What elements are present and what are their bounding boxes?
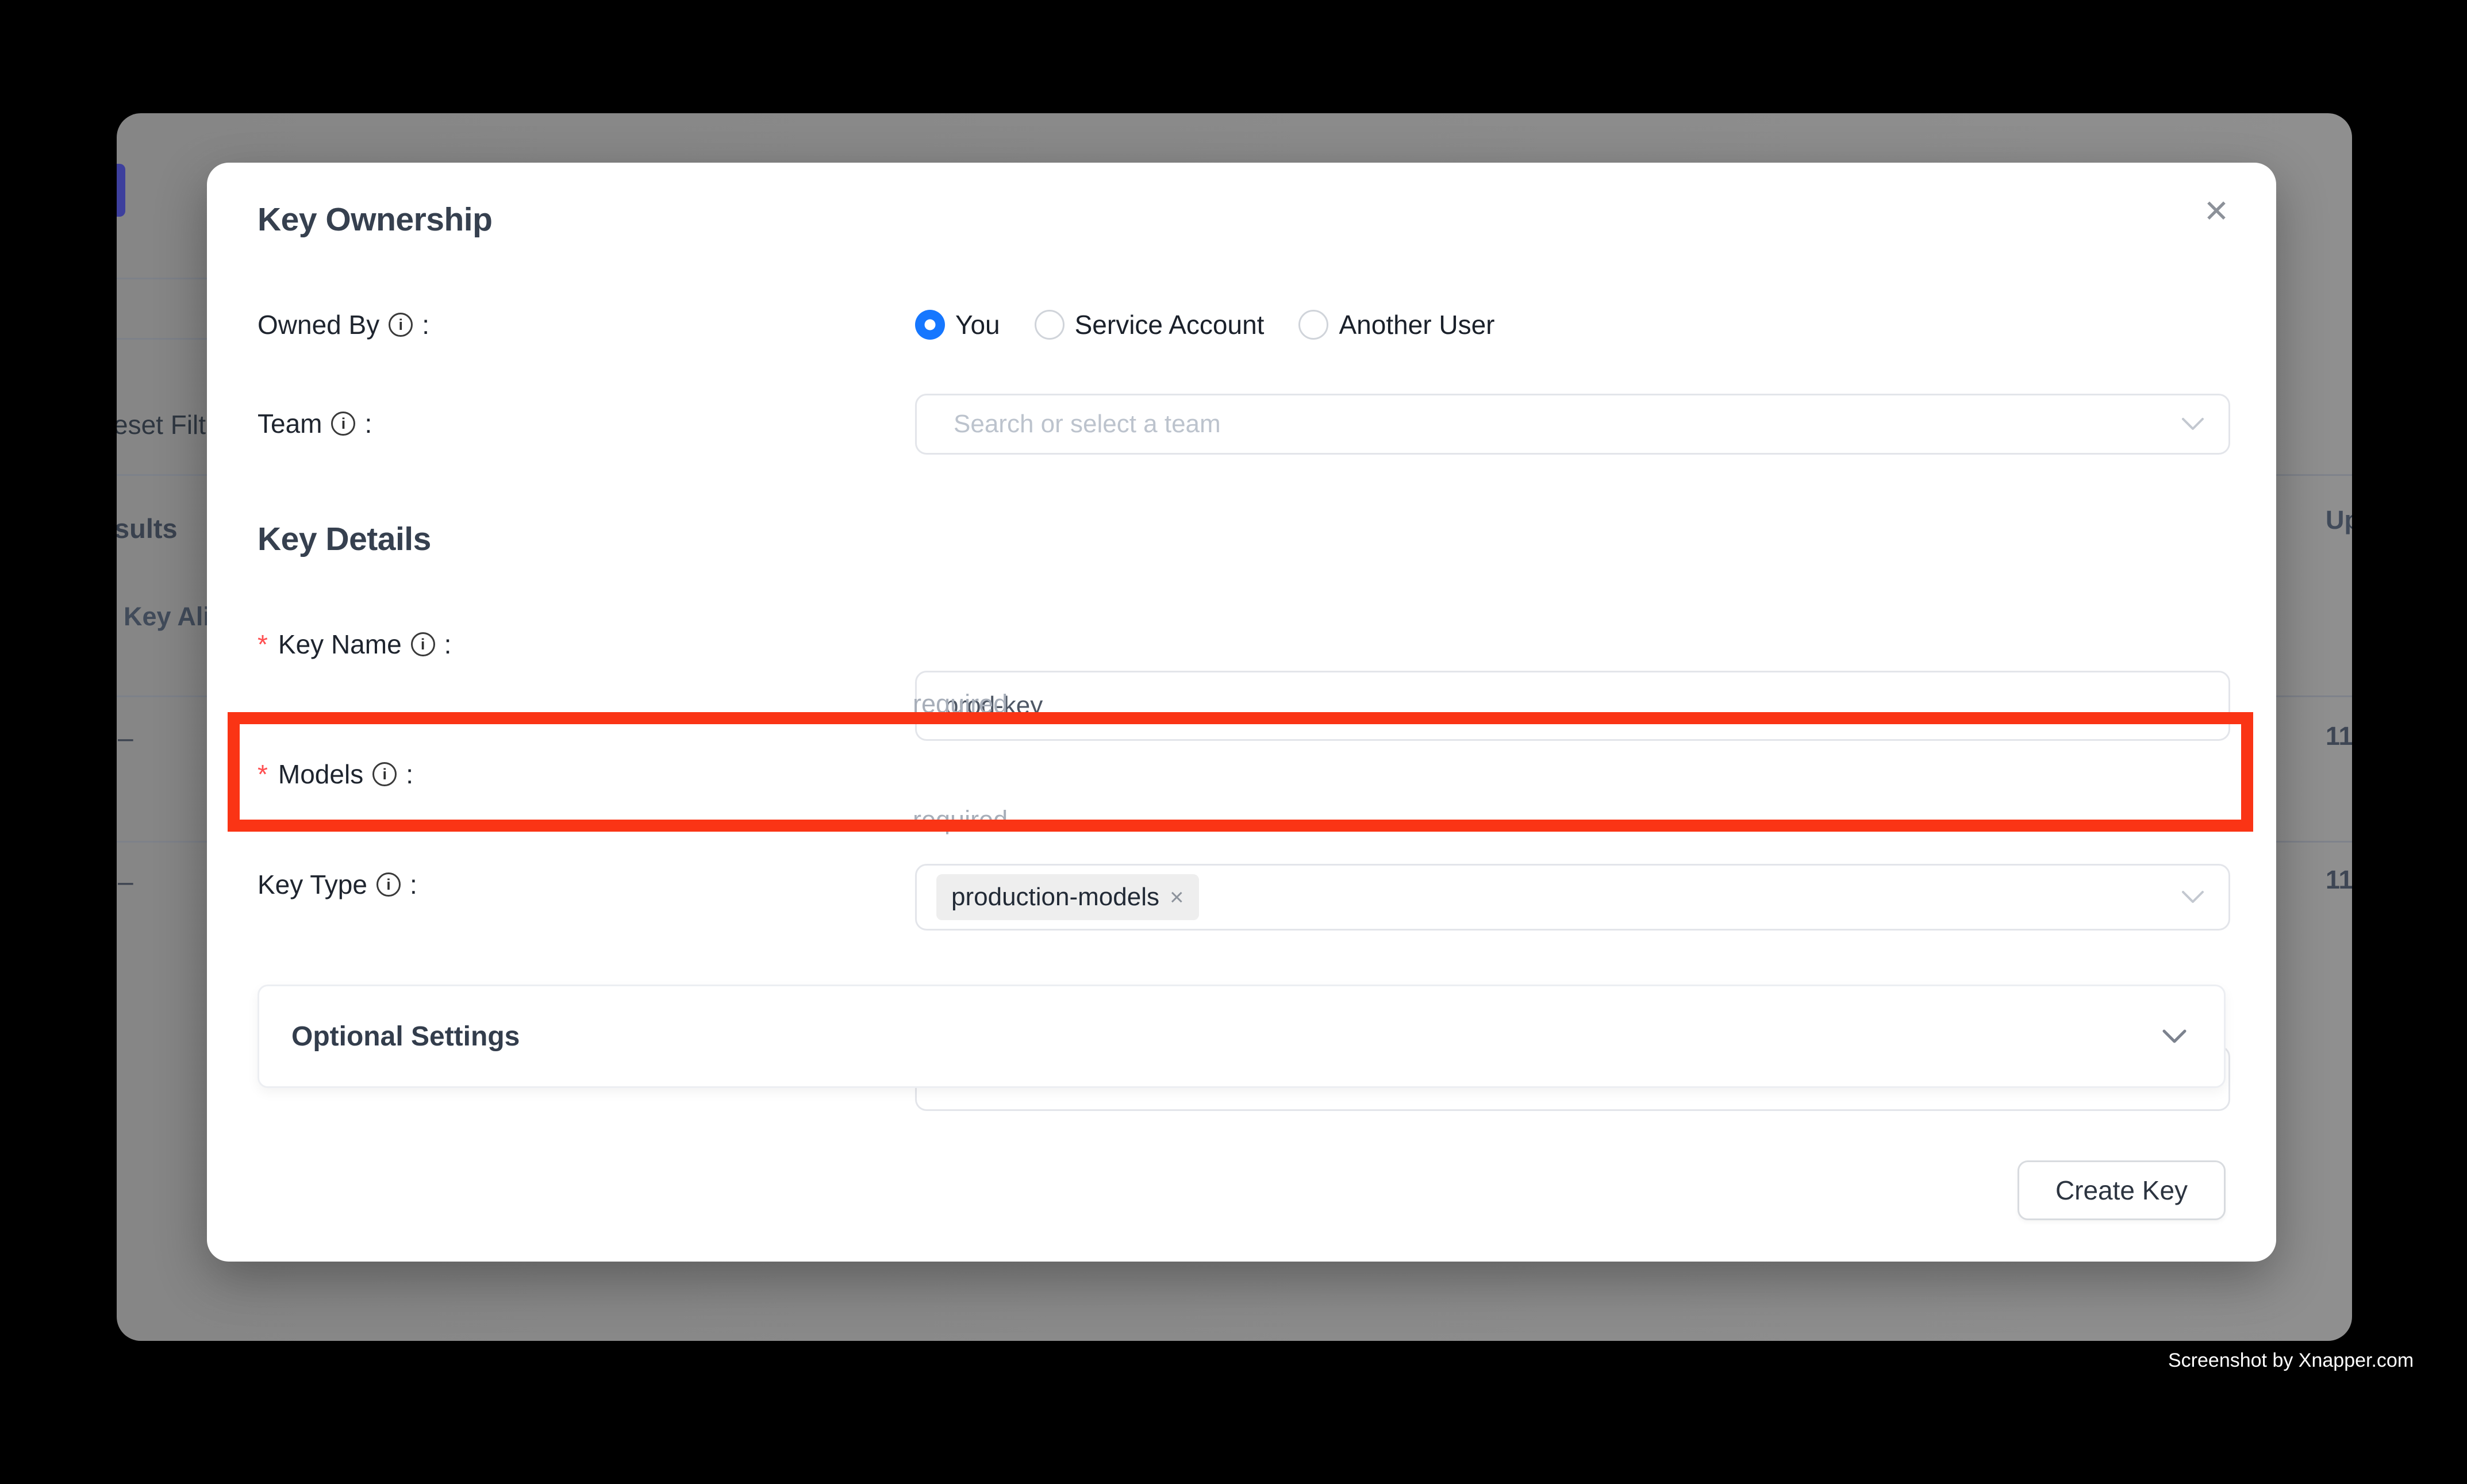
key-name-input[interactable]	[915, 671, 2230, 741]
optional-settings-panel[interactable]: Optional Settings	[258, 985, 2226, 1088]
key-name-label-text: Key Name	[278, 629, 402, 660]
tag-remove-icon[interactable]: ×	[1170, 885, 1184, 909]
background-divider	[2276, 841, 2352, 843]
radio-option-label: Service Account	[1075, 309, 1265, 340]
selected-model-tag: production-models ×	[936, 874, 1199, 920]
background-reset-filters-fragment: eset Filt	[117, 409, 206, 440]
models-label-text: Models	[278, 759, 363, 790]
app-window-dimmed: eset Filt sults Key Alia – – Up 11/ 11/ …	[117, 113, 2352, 1341]
background-table-cell-dash: –	[118, 722, 133, 754]
radio-option-another-user[interactable]: Another User	[1298, 309, 1494, 340]
key-details-section-title: Key Details	[258, 520, 431, 558]
models-label: * Models i :	[258, 756, 413, 793]
info-icon: i	[411, 632, 435, 656]
background-divider	[2276, 695, 2352, 697]
label-colon: :	[444, 629, 452, 660]
background-column-updated-fragment: Up	[2326, 505, 2352, 535]
models-validation-message: required	[913, 805, 1008, 835]
info-icon: i	[389, 313, 413, 337]
background-divider	[117, 338, 207, 340]
team-select[interactable]: Search or select a team	[915, 394, 2230, 455]
background-primary-button-fragment	[117, 164, 125, 217]
info-icon: i	[372, 762, 397, 786]
team-label-text: Team	[258, 408, 322, 439]
close-icon[interactable]: ✕	[2193, 188, 2239, 234]
background-divider	[117, 474, 207, 476]
background-divider	[117, 278, 207, 279]
background-date-cell-fragment: 11/	[2326, 721, 2352, 751]
team-label: Team i :	[258, 405, 372, 442]
radio-unchecked-icon	[1298, 310, 1328, 340]
background-divider	[117, 695, 207, 697]
owned-by-label: Owned By i :	[258, 306, 429, 343]
radio-option-label: You	[955, 309, 1000, 340]
label-colon: :	[364, 408, 372, 439]
background-date-cell-fragment: 11/	[2326, 865, 2352, 895]
radio-option-service-account[interactable]: Service Account	[1035, 309, 1265, 340]
radio-checked-icon	[915, 310, 945, 340]
info-icon: i	[376, 872, 401, 897]
radio-option-label: Another User	[1339, 309, 1494, 340]
required-asterisk: *	[258, 759, 268, 790]
label-colon: :	[410, 869, 417, 900]
label-colon: :	[422, 309, 429, 340]
label-colon: :	[406, 759, 413, 790]
background-results-count-fragment: sults	[117, 513, 178, 544]
chevron-down-icon	[2181, 890, 2204, 904]
create-key-button[interactable]: Create Key	[2018, 1160, 2226, 1220]
optional-settings-title: Optional Settings	[291, 1021, 520, 1052]
chevron-down-icon	[2162, 1029, 2187, 1044]
selected-model-tag-text: production-models	[951, 883, 1159, 912]
key-name-validation-message: required	[913, 689, 1008, 719]
modal-title: Key Ownership	[258, 201, 492, 239]
xnapper-watermark: Screenshot by Xnapper.com	[2168, 1350, 2414, 1372]
info-icon: i	[331, 412, 355, 436]
team-select-placeholder: Search or select a team	[954, 410, 1221, 439]
radio-option-you[interactable]: You	[915, 309, 1000, 340]
key-type-label: Key Type i :	[258, 866, 417, 903]
radio-unchecked-icon	[1035, 310, 1065, 340]
key-name-label: * Key Name i :	[258, 626, 451, 663]
screenshot-root: { "watermark": "Screenshot by Xnapper.co…	[0, 0, 2467, 1484]
background-divider	[2276, 474, 2352, 476]
owned-by-radio-group: You Service Account Another User	[915, 295, 1494, 355]
models-multiselect[interactable]: production-models ×	[915, 864, 2230, 931]
background-table-cell-dash: –	[118, 866, 133, 898]
create-key-modal: Key Ownership ✕ Owned By i : You Service…	[207, 163, 2276, 1262]
required-asterisk: *	[258, 629, 268, 660]
background-divider	[117, 841, 207, 843]
key-type-label-text: Key Type	[258, 869, 367, 900]
owned-by-label-text: Owned By	[258, 309, 379, 340]
chevron-down-icon	[2181, 417, 2204, 431]
